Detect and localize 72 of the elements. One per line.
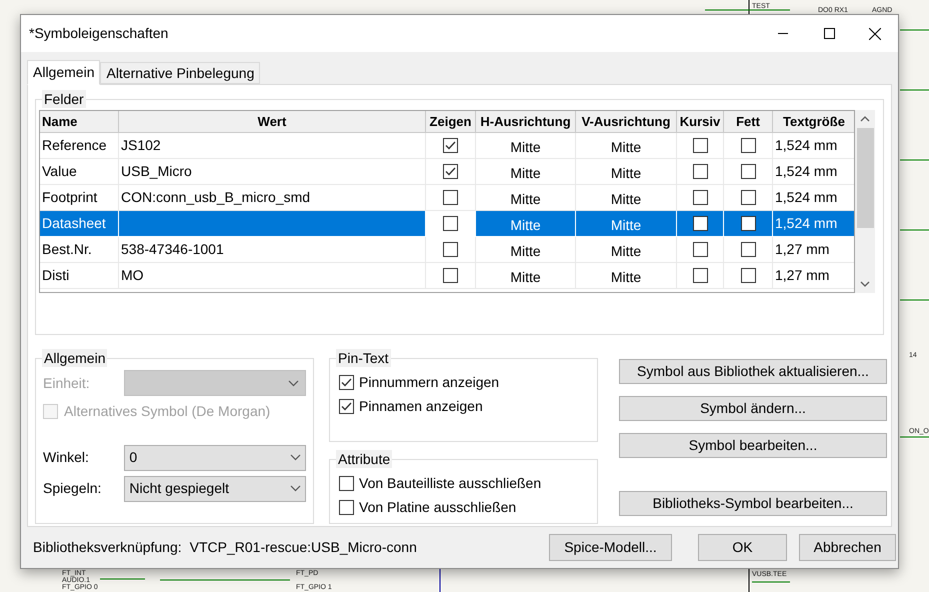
checkmark-icon: [445, 167, 456, 176]
checkbox[interactable]: [692, 216, 708, 231]
table-row[interactable]: Reference JS102 Mitte Mitte 1,524 mm: [40, 133, 854, 159]
group-title: Pin-Text: [336, 349, 391, 367]
checkbox[interactable]: [443, 164, 458, 179]
group-title: Felder: [42, 90, 86, 108]
table-cell: MO: [119, 263, 426, 289]
field-label: Spiegeln:: [43, 479, 102, 498]
close-icon: [869, 28, 881, 40]
table-row[interactable]: Best.Nr. 538-47346-1001 Mitte Mitte 1,27 mm: [40, 237, 854, 263]
field-label: Einheit:: [43, 374, 91, 392]
checkmark-icon: [341, 378, 352, 386]
chevron-down-icon: [860, 281, 870, 287]
checkbox[interactable]: [692, 190, 708, 205]
chevron-down-icon: [288, 380, 299, 386]
checkbox-label: Alternatives Symbol (De Morgan): [64, 402, 270, 421]
table-row[interactable]: Datasheet Mitte Mitte 1,524 mm: [40, 211, 854, 237]
checkbox[interactable]: [740, 164, 756, 179]
checkbox[interactable]: [443, 216, 458, 231]
field-label: Winkel:: [43, 448, 90, 467]
scrollbar-thumb[interactable]: [856, 128, 874, 228]
dialog-button[interactable]: Spice-Modell...: [549, 534, 672, 561]
checkbox[interactable]: [443, 268, 458, 283]
checkbox[interactable]: [443, 190, 458, 205]
chevron-down-icon: [290, 454, 301, 461]
dialog-button[interactable]: Abbrechen: [799, 534, 896, 561]
action-button[interactable]: Symbol bearbeiten...: [619, 433, 887, 458]
mirror-dropdown[interactable]: Nicht gespiegelt: [124, 476, 306, 502]
checkbox[interactable]: [692, 268, 708, 283]
tab[interactable]: Alternative Pinbelegung: [100, 62, 260, 84]
checkbox[interactable]: [740, 242, 756, 257]
checkbox[interactable]: [692, 242, 708, 257]
action-button[interactable]: Symbol aus Bibliothek aktualisieren...: [619, 359, 887, 384]
checkbox[interactable]: [339, 476, 354, 490]
group-title: Attribute: [336, 450, 392, 468]
checkmark-icon: [341, 402, 352, 410]
group-title: Allgemein: [42, 349, 108, 367]
table-row[interactable]: Value USB_Micro Mitte Mitte 1,524 mm: [40, 159, 854, 185]
checkbox-label: Pinnamen anzeigen: [359, 396, 483, 416]
checkbox[interactable]: [740, 216, 756, 231]
checkbox[interactable]: [692, 164, 708, 179]
action-button[interactable]: Symbol ändern...: [619, 396, 887, 421]
action-button[interactable]: Bibliotheks-Symbol bearbeiten...: [619, 491, 887, 516]
checkbox[interactable]: [443, 242, 458, 257]
checkbox-label: Von Platine ausschließen: [359, 498, 516, 516]
table-cell: Mitte: [576, 263, 677, 289]
minimize-icon: [778, 33, 788, 34]
checkbox[interactable]: [339, 500, 354, 514]
table-row[interactable]: Disti MO Mitte Mitte 1,27 mm: [40, 263, 854, 289]
tab[interactable]: Allgemein: [27, 60, 100, 85]
library-link-value: VTCP_R01-rescue:USB_Micro-conn: [190, 538, 417, 557]
checkbox[interactable]: [740, 138, 756, 153]
checkbox[interactable]: [339, 398, 354, 414]
library-link-label: Bibliotheksverknüpfung:: [33, 538, 182, 557]
angle-dropdown[interactable]: 0: [124, 444, 306, 470]
table-cell: Disti: [40, 263, 119, 289]
checkbox[interactable]: [443, 138, 458, 153]
checkbox[interactable]: [692, 138, 708, 153]
chevron-down-icon: [290, 485, 301, 492]
chevron-up-icon: [860, 116, 870, 122]
dialog-button[interactable]: OK: [698, 534, 787, 561]
table-row[interactable]: Footprint CON:conn_usb_B_micro_smd Mitte Mitte 1,524 mm: [40, 185, 854, 211]
table-cell: Mitte: [476, 263, 576, 289]
checkbox[interactable]: [339, 374, 354, 390]
checkbox[interactable]: [740, 268, 756, 283]
checkbox[interactable]: [740, 190, 756, 205]
maximize-icon: [824, 28, 834, 39]
checkmark-icon: [445, 141, 456, 150]
checkbox-label: Pinnummern anzeigen: [359, 372, 500, 392]
window-title: *Symboleigenschaften: [29, 24, 168, 43]
scrollbar[interactable]: [855, 110, 875, 293]
checkbox-label: Von Bauteilliste ausschließen: [359, 474, 542, 492]
